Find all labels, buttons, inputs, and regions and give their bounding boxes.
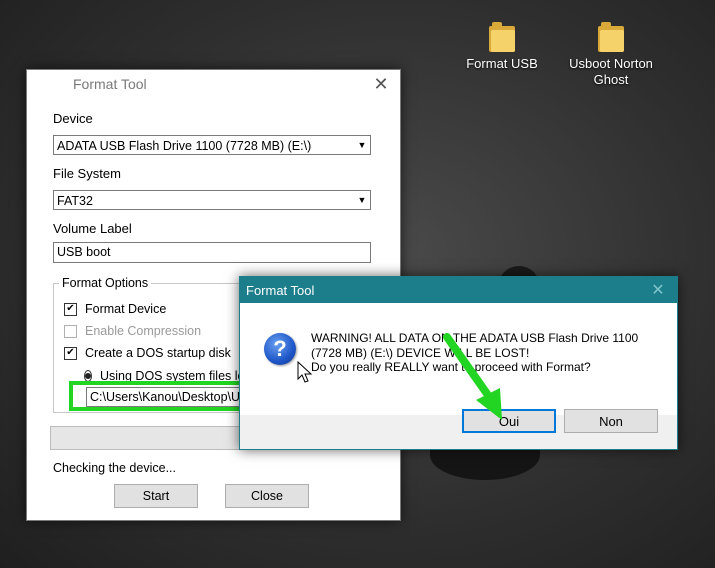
annotation-arrow-icon (443, 333, 502, 420)
mouse-cursor-icon (297, 361, 313, 383)
